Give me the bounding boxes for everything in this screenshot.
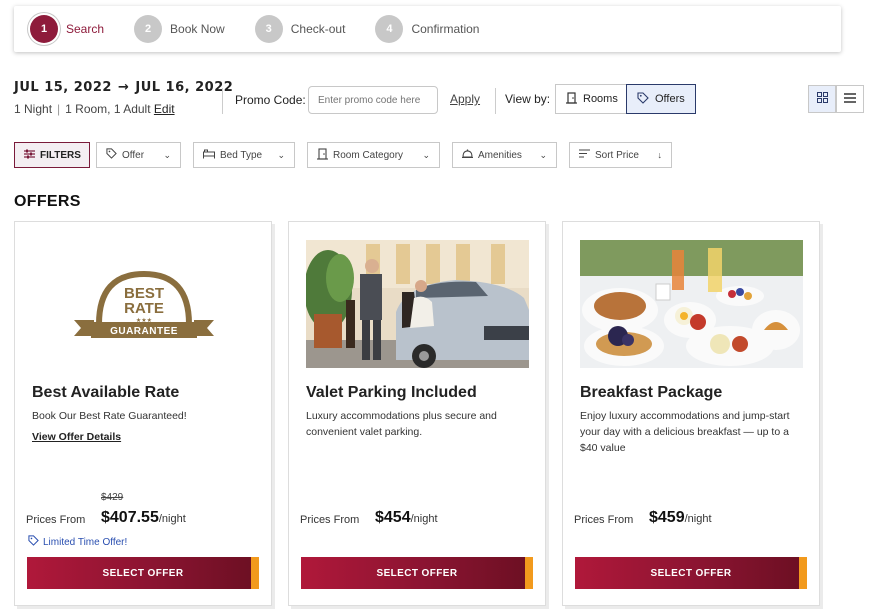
offer-card-best-rate: BEST RATE ★★★ GUARANTEE Best Available R… [14,221,272,606]
step-label: Book Now [170,22,225,36]
step-number: 4 [375,15,404,43]
offer-description: Enjoy luxury accommodations and jump-sta… [580,410,790,454]
grid-view-button[interactable] [808,85,836,113]
view-offer-details-link[interactable]: View Offer Details [32,431,121,443]
button-accent [799,557,807,589]
room-icon [317,147,328,163]
grid-icon [816,92,828,106]
offer-card-valet-parking: Valet Parking Included Luxury accommodat… [288,221,546,606]
apply-promo-link[interactable]: Apply [450,92,480,106]
offer-card-breakfast-package: Breakfast Package Enjoy luxury accommoda… [562,221,820,606]
logo-banner: GUARANTEE [110,326,178,337]
step-check-out[interactable]: 3 Check-out [254,15,346,43]
best-rate-guarantee-logo: BEST RATE ★★★ GUARANTEE [32,240,255,368]
step-label: Search [66,22,105,36]
prices-from-label: Prices From [574,514,634,526]
view-offers-label: Offers [655,93,685,105]
chevron-down-icon: ⌄ [277,149,285,160]
room-category-filter-label: Room Category [333,149,404,161]
per-night: /night [684,513,712,525]
offer-price: $407.55/night [101,509,186,527]
room-category-filter-dropdown[interactable]: Room Category ⌄ [307,142,440,168]
offer-price: $454/night [375,509,438,527]
prices-from-label: Prices From [300,514,360,526]
chevron-down-icon: ⌄ [422,149,430,160]
section-title: OFFERS [14,193,81,210]
filters-label: FILTERS [40,149,81,161]
chevron-down-icon: ⌄ [163,149,171,160]
sort-icon [579,149,590,161]
original-price: $429 [101,492,124,503]
price-value: $454 [375,509,411,526]
bed-icon [203,149,215,162]
offer-filter-dropdown[interactable]: Offer ⌄ [96,142,181,168]
button-accent [251,557,259,589]
limited-offer-badge: Limited Time Offer! [28,535,127,549]
separator: | [57,102,61,116]
prices-from-label: Prices From [26,514,86,526]
view-by-label: View by: [505,92,551,106]
door-icon [566,91,577,107]
valet-parking-photo [306,240,529,368]
amenities-filter-label: Amenities [478,149,522,161]
promo-code-input[interactable] [308,86,438,114]
button-accent [525,557,533,589]
price-value: $407.55 [101,509,159,526]
view-offers-button[interactable]: Offers [626,84,696,114]
divider [495,88,496,114]
promo-code-label: Promo Code: [235,93,306,107]
sliders-icon [24,149,35,162]
amenities-filter-dropdown[interactable]: Amenities ⌄ [452,142,557,168]
arrow-down-icon: ↓ [657,150,663,160]
stay-details: 1 Night | 1 Room, 1 Adult Edit [14,102,175,116]
chevron-down-icon: ⌄ [539,149,547,160]
view-rooms-label: Rooms [583,93,618,105]
offer-price: $459/night [649,509,712,527]
arrow-right-icon: → [117,80,130,95]
step-label: Confirmation [411,22,480,36]
sort-price-label: Sort Price [595,149,639,161]
offer-title: Breakfast Package [580,384,723,401]
step-search[interactable]: 1 Search [30,15,104,43]
per-night: /night [410,513,438,525]
tag-icon [106,148,117,162]
step-book-now[interactable]: 2 Book Now [134,15,225,43]
breakfast-photo [580,240,803,368]
offer-title: Best Available Rate [32,384,180,401]
step-number: 2 [134,15,163,43]
tag-icon [28,535,39,549]
select-offer-button[interactable]: SELECT OFFER [575,557,807,589]
step-number: 3 [254,15,283,43]
check-out-date: JUL 16, 2022 [135,80,234,95]
view-rooms-button[interactable]: Rooms [555,84,627,114]
bell-icon [462,148,473,162]
offer-title: Valet Parking Included [306,384,477,401]
list-icon [844,92,856,106]
rooms-adults: 1 Room, 1 Adult [65,102,151,116]
step-label: Check-out [290,22,346,36]
progress-stepper: 1 Search 2 Book Now 3 Check-out 4 Confir… [14,6,841,52]
stay-dates: JUL 15, 2022 → JUL 16, 2022 [14,80,233,95]
offer-filter-label: Offer [122,149,145,161]
list-view-button[interactable] [836,85,864,113]
edit-link[interactable]: Edit [154,102,175,116]
per-night: /night [158,513,186,525]
step-confirmation[interactable]: 4 Confirmation [375,15,479,43]
price-value: $459 [649,509,685,526]
select-offer-button[interactable]: SELECT OFFER [301,557,533,589]
check-in-date: JUL 15, 2022 [14,80,112,95]
tag-icon [637,91,649,107]
nights-count: 1 Night [14,102,53,116]
step-number: 1 [30,15,58,43]
bed-type-filter-label: Bed Type [220,149,263,161]
badge-text: Limited Time Offer! [43,536,128,548]
bed-type-filter-dropdown[interactable]: Bed Type ⌄ [193,142,295,168]
divider [222,88,223,114]
sort-price-dropdown[interactable]: Sort Price ↓ [569,142,672,168]
filters-button[interactable]: FILTERS [14,142,90,168]
logo-line2: RATE [124,300,164,317]
offer-description: Book Our Best Rate Guaranteed! [32,410,187,422]
select-offer-button[interactable]: SELECT OFFER [27,557,259,589]
offer-description: Luxury accommodations plus secure and co… [306,410,497,438]
